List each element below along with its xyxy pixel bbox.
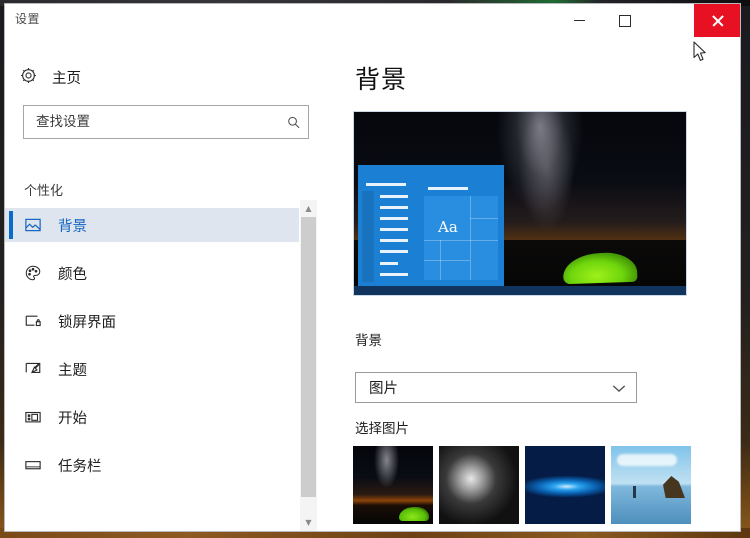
start-menu-icon <box>24 408 42 426</box>
sidebar-item-start[interactable]: 开始 <box>5 400 299 434</box>
thumbnail-person <box>633 486 636 498</box>
thumbnail-cloud <box>617 454 677 466</box>
background-section-label: 背景 <box>355 333 382 349</box>
preview-taskbar <box>354 286 686 295</box>
sidebar-item-home[interactable]: 主页 <box>19 62 81 92</box>
taskbar-icon <box>24 456 42 474</box>
close-button[interactable] <box>694 4 740 37</box>
chevron-down-icon <box>612 378 626 397</box>
picture-thumbnail[interactable] <box>525 446 605 524</box>
preview-start-rail <box>362 191 374 282</box>
preview-start-row <box>380 239 408 242</box>
sidebar-item-taskbar[interactable]: 任务栏 <box>5 448 299 482</box>
preview-tile-gridline <box>424 240 498 241</box>
preview-tile-gridline <box>470 196 471 280</box>
background-type-value: 图片 <box>369 381 398 397</box>
scroll-down-arrow-icon[interactable]: ▼ <box>300 514 317 531</box>
desktop-preview: Aa <box>353 111 687 296</box>
sidebar-item-background[interactable]: 背景 <box>5 208 299 242</box>
sidebar-nav-list: 背景 颜色 锁屏界面 主题 开始 任务栏 <box>5 208 299 496</box>
picture-thumbnail-list <box>353 446 691 524</box>
theme-brush-icon <box>24 360 42 378</box>
preview-tile-heading <box>428 187 468 190</box>
search-input[interactable] <box>24 108 278 136</box>
minimize-icon <box>573 20 585 21</box>
preview-start-tile: Aa <box>424 196 498 280</box>
preview-tile-gridline <box>424 260 470 261</box>
sidebar-group-title: 个性化 <box>24 184 64 199</box>
sidebar-item-label: 任务栏 <box>58 458 102 475</box>
picture-thumbnail[interactable] <box>439 446 519 524</box>
page-title: 背景 <box>355 65 408 94</box>
picture-icon <box>24 216 42 234</box>
preview-start-row <box>380 195 408 198</box>
preview-tile-gridline <box>440 240 441 280</box>
sidebar: 主页 个性化 <box>5 40 317 531</box>
sidebar-item-label: 颜色 <box>58 266 87 283</box>
preview-tile-gridline <box>470 218 498 219</box>
preview-start-row <box>380 217 408 220</box>
picture-thumbnail[interactable] <box>353 446 433 524</box>
sidebar-item-label: 主题 <box>58 362 87 379</box>
sidebar-item-lock-screen[interactable]: 锁屏界面 <box>5 304 299 338</box>
lock-screen-icon <box>24 312 42 330</box>
sidebar-home-label: 主页 <box>52 70 81 87</box>
maximize-icon <box>619 14 631 27</box>
preview-start-row <box>380 262 398 265</box>
search-box[interactable] <box>23 105 309 139</box>
picture-thumbnail[interactable] <box>611 446 691 524</box>
scrollbar-track[interactable] <box>300 217 317 514</box>
title-bar[interactable]: 设置 <box>5 4 740 40</box>
choose-picture-label: 选择图片 <box>355 421 409 437</box>
palette-icon <box>24 264 42 282</box>
sidebar-item-label: 锁屏界面 <box>58 314 116 331</box>
sidebar-scrollbar[interactable]: ▲ ▼ <box>300 200 317 531</box>
preview-start-row <box>380 206 408 209</box>
preview-start-row <box>380 250 408 253</box>
close-icon <box>711 14 724 27</box>
sidebar-item-themes[interactable]: 主题 <box>5 352 299 386</box>
sidebar-item-colors[interactable]: 颜色 <box>5 256 299 290</box>
preview-tile-text: Aa <box>438 218 458 236</box>
thumbnail-rock <box>663 476 685 498</box>
preview-start-row <box>380 228 408 231</box>
main-content: 背景 Aa 背景 图片 选择图片 <box>317 40 740 531</box>
preview-start-heading <box>366 183 406 186</box>
preview-start-menu: Aa <box>358 165 504 286</box>
settings-window: 设置 主页 查找设置 个性化 背景 颜色 锁屏界面 主题 开始 任务栏 ▲ ▼ … <box>5 4 740 531</box>
search-icon[interactable] <box>278 107 308 137</box>
sidebar-item-label: 开始 <box>58 410 87 427</box>
preview-start-row <box>380 273 408 276</box>
sidebar-item-label: 背景 <box>58 218 87 235</box>
background-type-select[interactable]: 图片 <box>355 372 637 403</box>
scrollbar-thumb[interactable] <box>301 217 316 497</box>
gear-icon <box>19 66 38 89</box>
maximize-button[interactable] <box>602 4 648 37</box>
minimize-button[interactable] <box>556 4 602 37</box>
window-body: 主页 个性化 <box>5 40 740 531</box>
window-title: 设置 <box>15 12 41 26</box>
scroll-up-arrow-icon[interactable]: ▲ <box>300 200 317 217</box>
